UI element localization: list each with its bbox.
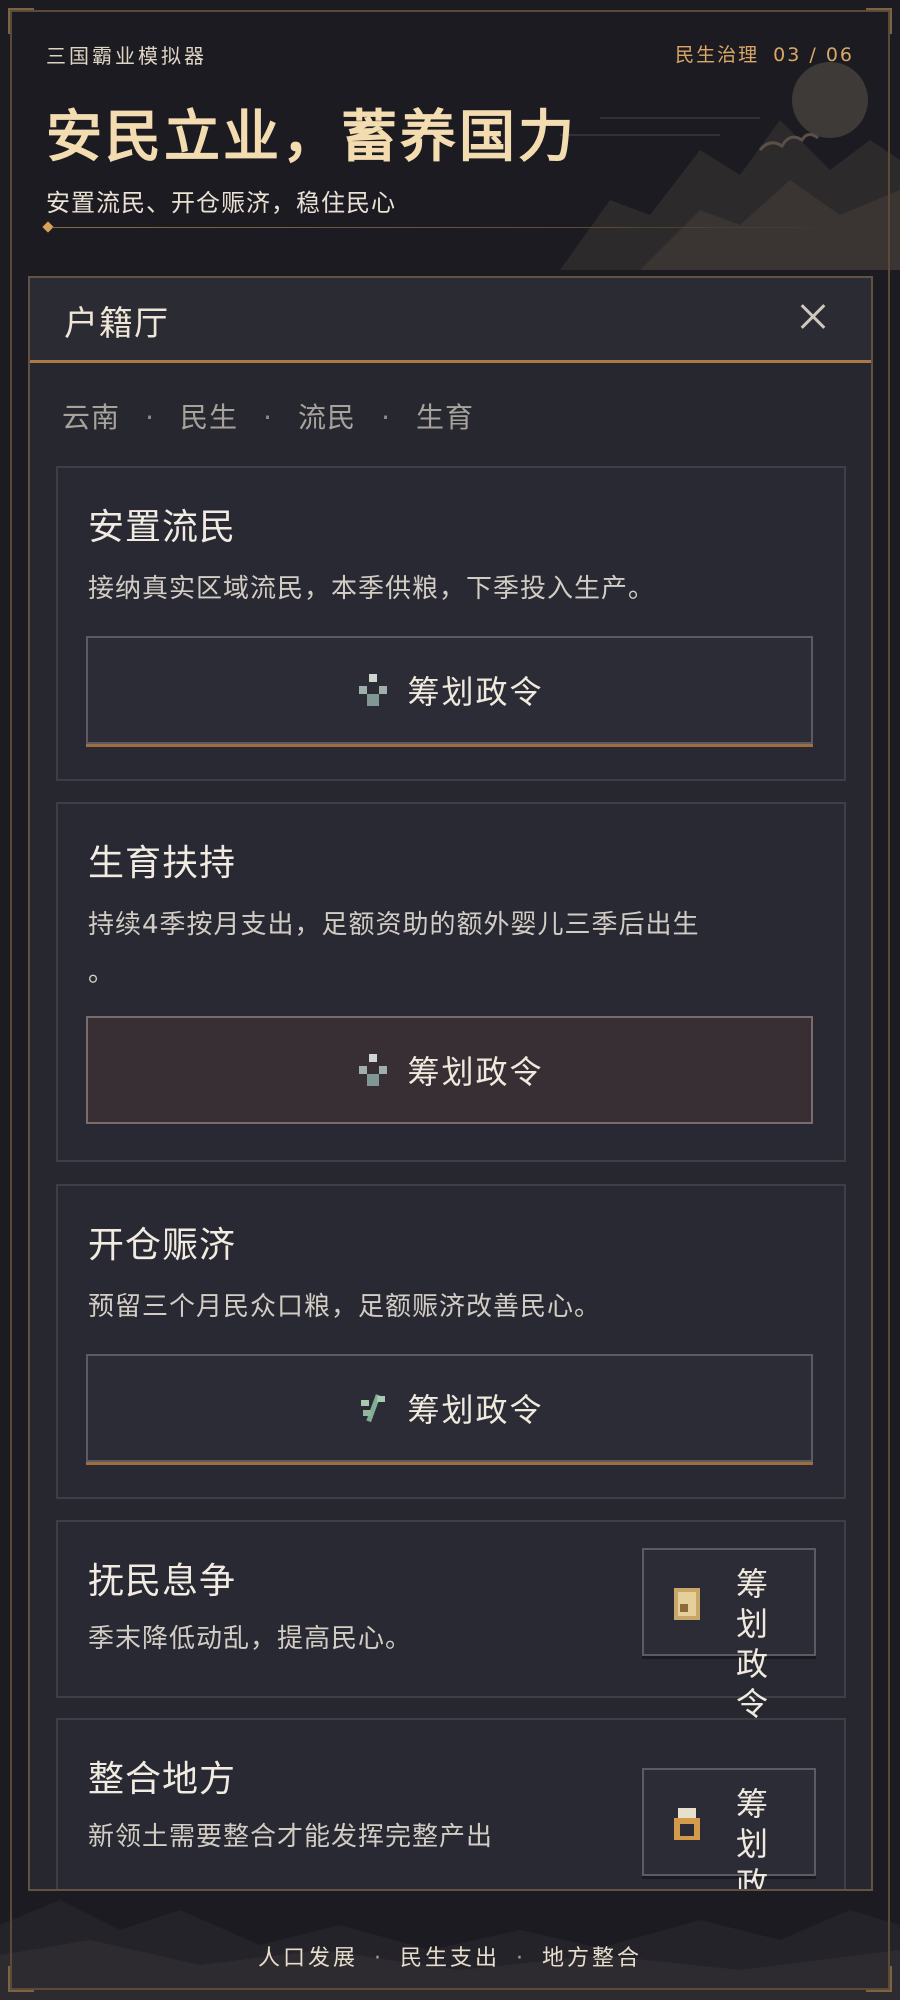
policy-title: 整合地方	[88, 1759, 237, 1800]
page-headline: 安民立业，蓄养国力	[46, 104, 577, 170]
app-title: 三国霸业模拟器	[46, 44, 207, 68]
page-indicator: 03 / 06	[773, 44, 854, 66]
policy-description: 持续4季按月支出，足额资助的额外婴儿三季后出生	[88, 910, 700, 940]
policy-description-wrap: 。	[88, 958, 116, 988]
page-subheading: 安置流民、开仓赈济，稳住民心	[46, 189, 396, 217]
policy-card-pacify-people: 抚民息争 季末降低动乱，提高民心。 筹划 政令	[56, 1520, 846, 1723]
policy-card-birth-support: 生育扶持 持续4季按月支出，足额资助的额外婴儿三季后出生 。 筹划政令	[56, 802, 846, 1162]
policy-card-open-granary: 开仓赈济 预留三个月民众口粮，足额赈济改善民心。 筹划政令	[56, 1184, 846, 1499]
plan-decree-label: 筹划 政令	[736, 1784, 796, 1891]
plan-decree-label: 筹划 政令	[736, 1564, 796, 1724]
plan-decree-button[interactable]: 筹划政令	[86, 1016, 813, 1124]
plan-decree-button[interactable]: 筹划政令	[86, 636, 813, 744]
household-registry-panel: 户籍厅 云南 · 民生 · 流民 · 生育 安置流民 接纳真实区域流民，本季供粮，下季投入生…	[28, 276, 873, 1891]
footer-separator: ·	[373, 1946, 384, 1971]
plan-decree-label: 筹划政令	[407, 1053, 544, 1091]
breadcrumb-item[interactable]: 生育	[416, 401, 474, 434]
plan-decree-label-line: 政令	[736, 1865, 771, 1891]
plan-decree-label-line: 筹划	[736, 1785, 771, 1863]
grain-icon	[361, 1394, 386, 1423]
panel-header: 户籍厅	[30, 278, 871, 363]
policy-title: 抚民息争	[88, 1561, 237, 1602]
footer-item-integration[interactable]: 地方整合	[542, 1946, 642, 1971]
policy-title: 生育扶持	[88, 843, 237, 884]
footer-item-welfare[interactable]: 民生支出	[400, 1946, 500, 1971]
plan-decree-button[interactable]: 筹划 政令	[642, 1548, 816, 1723]
panel-title: 户籍厅	[64, 304, 169, 344]
policy-card-integrate-territory: 整合地方 新领土需要整合才能发挥完整产出 筹划 政令	[56, 1718, 846, 1889]
policy-card-resettle-refugees: 安置流民 接纳真实区域流民，本季供粮，下季投入生产。 筹划政令	[56, 466, 846, 781]
section-indicator: 民生治理 03 / 06	[675, 40, 854, 67]
plan-decree-button[interactable]: 筹划政令	[86, 1354, 813, 1462]
top-bar: 三国霸业模拟器 民生治理 03 / 06	[46, 40, 854, 70]
breadcrumb-item[interactable]: 流民	[298, 401, 356, 434]
header-divider	[52, 227, 842, 228]
policy-description: 预留三个月民众口粮，足额赈济改善民心。	[88, 1292, 602, 1322]
policy-description: 季末降低动乱，提高民心。	[88, 1624, 413, 1654]
section-name: 民生治理	[675, 44, 760, 66]
frame-corner-ornament	[8, 8, 34, 34]
plan-decree-label: 筹划政令	[407, 1391, 544, 1429]
breadcrumb-item[interactable]: 云南	[62, 401, 120, 434]
frame-corner-ornament	[866, 8, 892, 34]
scroll-icon	[674, 1588, 700, 1620]
policy-description: 接纳真实区域流民，本季供粮，下季投入生产。	[88, 574, 656, 604]
seal-icon	[674, 1808, 700, 1840]
plan-decree-label: 筹划政令	[407, 673, 544, 711]
breadcrumb-separator: ·	[145, 401, 155, 434]
close-icon[interactable]	[793, 296, 833, 336]
breadcrumb-separator: ·	[381, 401, 391, 434]
breadcrumb-separator: ·	[263, 401, 273, 434]
breadcrumb: 云南 · 民生 · 流民 · 生育	[62, 396, 474, 436]
plan-decree-button[interactable]: 筹划 政令	[642, 1768, 816, 1889]
plan-decree-label-line: 政令	[736, 1645, 771, 1723]
people-icon	[359, 1054, 388, 1086]
footer-nav: 人口发展 · 民生支出 · 地方整合	[0, 1940, 900, 1972]
policy-title: 安置流民	[88, 507, 237, 548]
people-icon	[359, 674, 388, 706]
footer-separator: ·	[516, 1946, 526, 1971]
plan-decree-label-line: 筹划	[736, 1565, 771, 1643]
policy-description: 新领土需要整合才能发挥完整产出	[88, 1822, 494, 1852]
policy-title: 开仓赈济	[88, 1225, 237, 1266]
footer-item-population[interactable]: 人口发展	[258, 1946, 358, 1971]
breadcrumb-item[interactable]: 民生	[180, 401, 238, 434]
